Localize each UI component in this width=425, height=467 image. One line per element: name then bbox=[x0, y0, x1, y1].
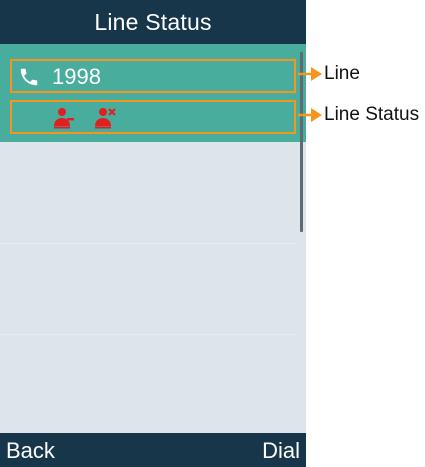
line-callout-label: Line bbox=[324, 63, 360, 84]
title-bar: Line Status bbox=[0, 0, 306, 44]
callout-arrow-icon bbox=[298, 67, 322, 81]
dial-softkey[interactable]: Dial bbox=[262, 437, 300, 465]
page-title: Line Status bbox=[94, 8, 212, 35]
back-softkey[interactable]: Back bbox=[6, 437, 55, 465]
list-divider bbox=[0, 243, 296, 244]
registered-user-icon bbox=[54, 108, 74, 129]
empty-list-area bbox=[0, 142, 306, 433]
list-divider bbox=[0, 334, 296, 335]
phone-screen: Line Status 1998 Back Dial bbox=[0, 0, 306, 467]
line-row[interactable]: 1998 bbox=[10, 59, 296, 93]
phone-icon bbox=[20, 68, 38, 86]
softkey-bar: Back Dial bbox=[0, 433, 306, 467]
line-status-row[interactable] bbox=[10, 100, 296, 134]
line-number: 1998 bbox=[52, 64, 101, 89]
unregistered-user-icon bbox=[95, 108, 116, 129]
scrollbar[interactable] bbox=[298, 44, 304, 433]
line-status-callout-label: Line Status bbox=[324, 104, 420, 125]
callout-arrow-icon bbox=[298, 108, 322, 122]
